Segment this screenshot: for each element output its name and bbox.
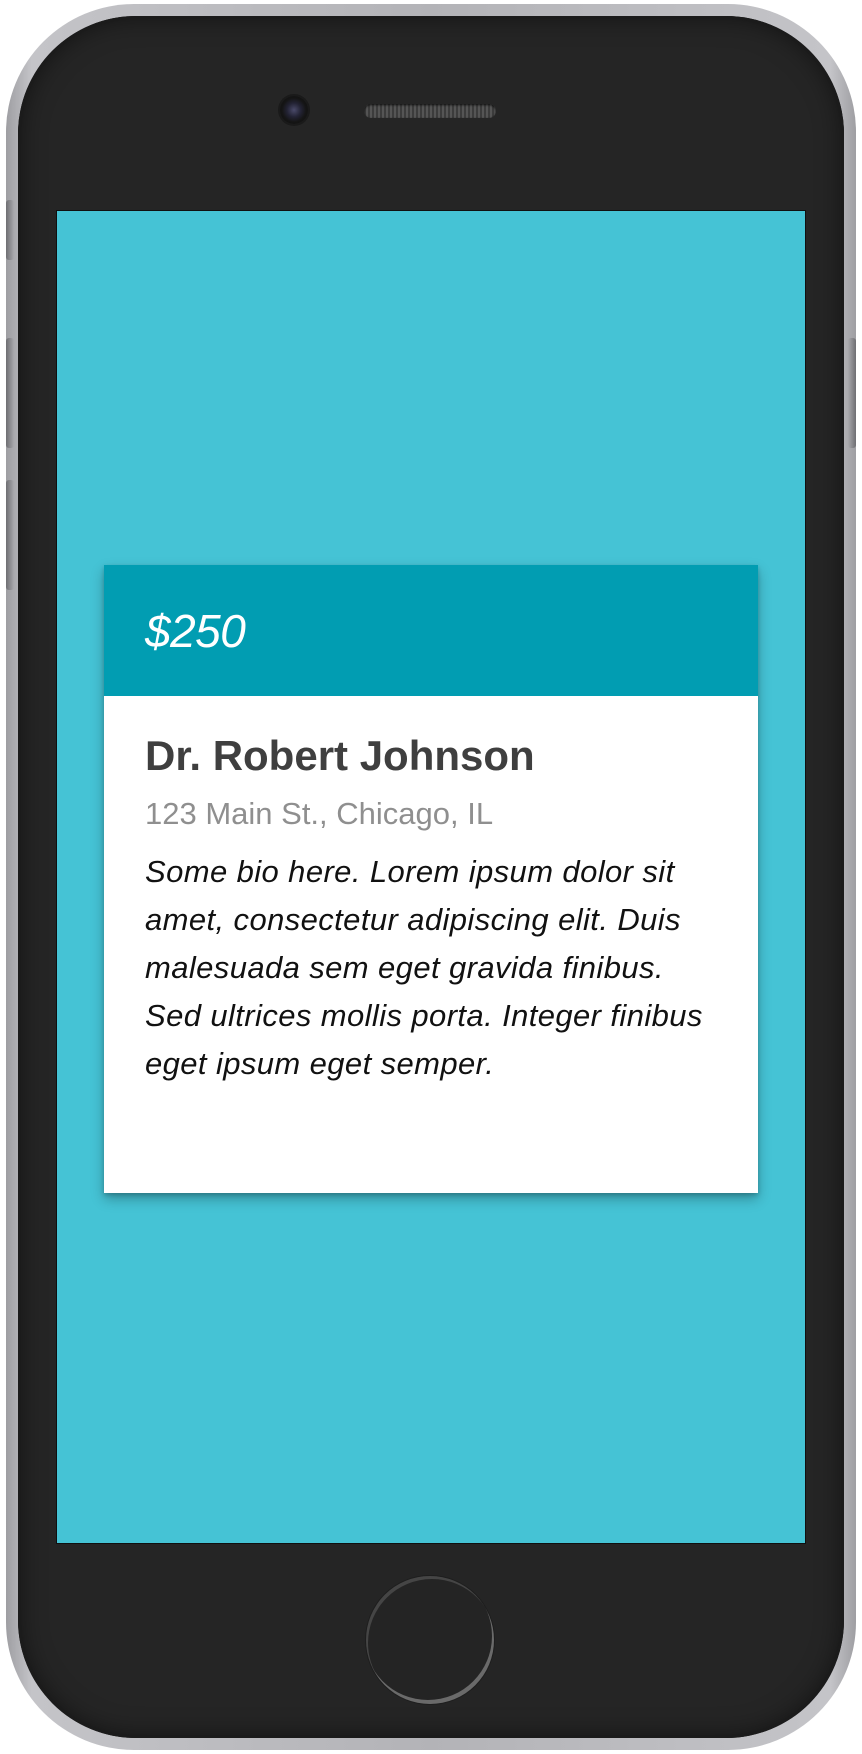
power-button <box>848 338 856 448</box>
volume-up-button <box>6 338 14 448</box>
volume-down-button <box>6 480 14 590</box>
price-label: $250 <box>145 604 246 657</box>
doctor-card[interactable]: $250 Dr. Robert Johnson 123 Main St., Ch… <box>104 565 758 1193</box>
card-body: Dr. Robert Johnson 123 Main St., Chicago… <box>104 696 758 1088</box>
silent-switch <box>6 200 14 260</box>
card-header: $250 <box>104 565 758 696</box>
doctor-address: 123 Main St., Chicago, IL <box>145 796 494 831</box>
front-camera-icon <box>280 96 308 124</box>
doctor-name: Dr. Robert Johnson <box>145 732 535 779</box>
doctor-bio: Some bio here. Lorem ipsum dolor sit ame… <box>145 854 703 1081</box>
speaker-grille <box>364 104 496 118</box>
home-button[interactable] <box>366 1576 494 1704</box>
phone-screen: $250 Dr. Robert Johnson 123 Main St., Ch… <box>56 210 806 1544</box>
